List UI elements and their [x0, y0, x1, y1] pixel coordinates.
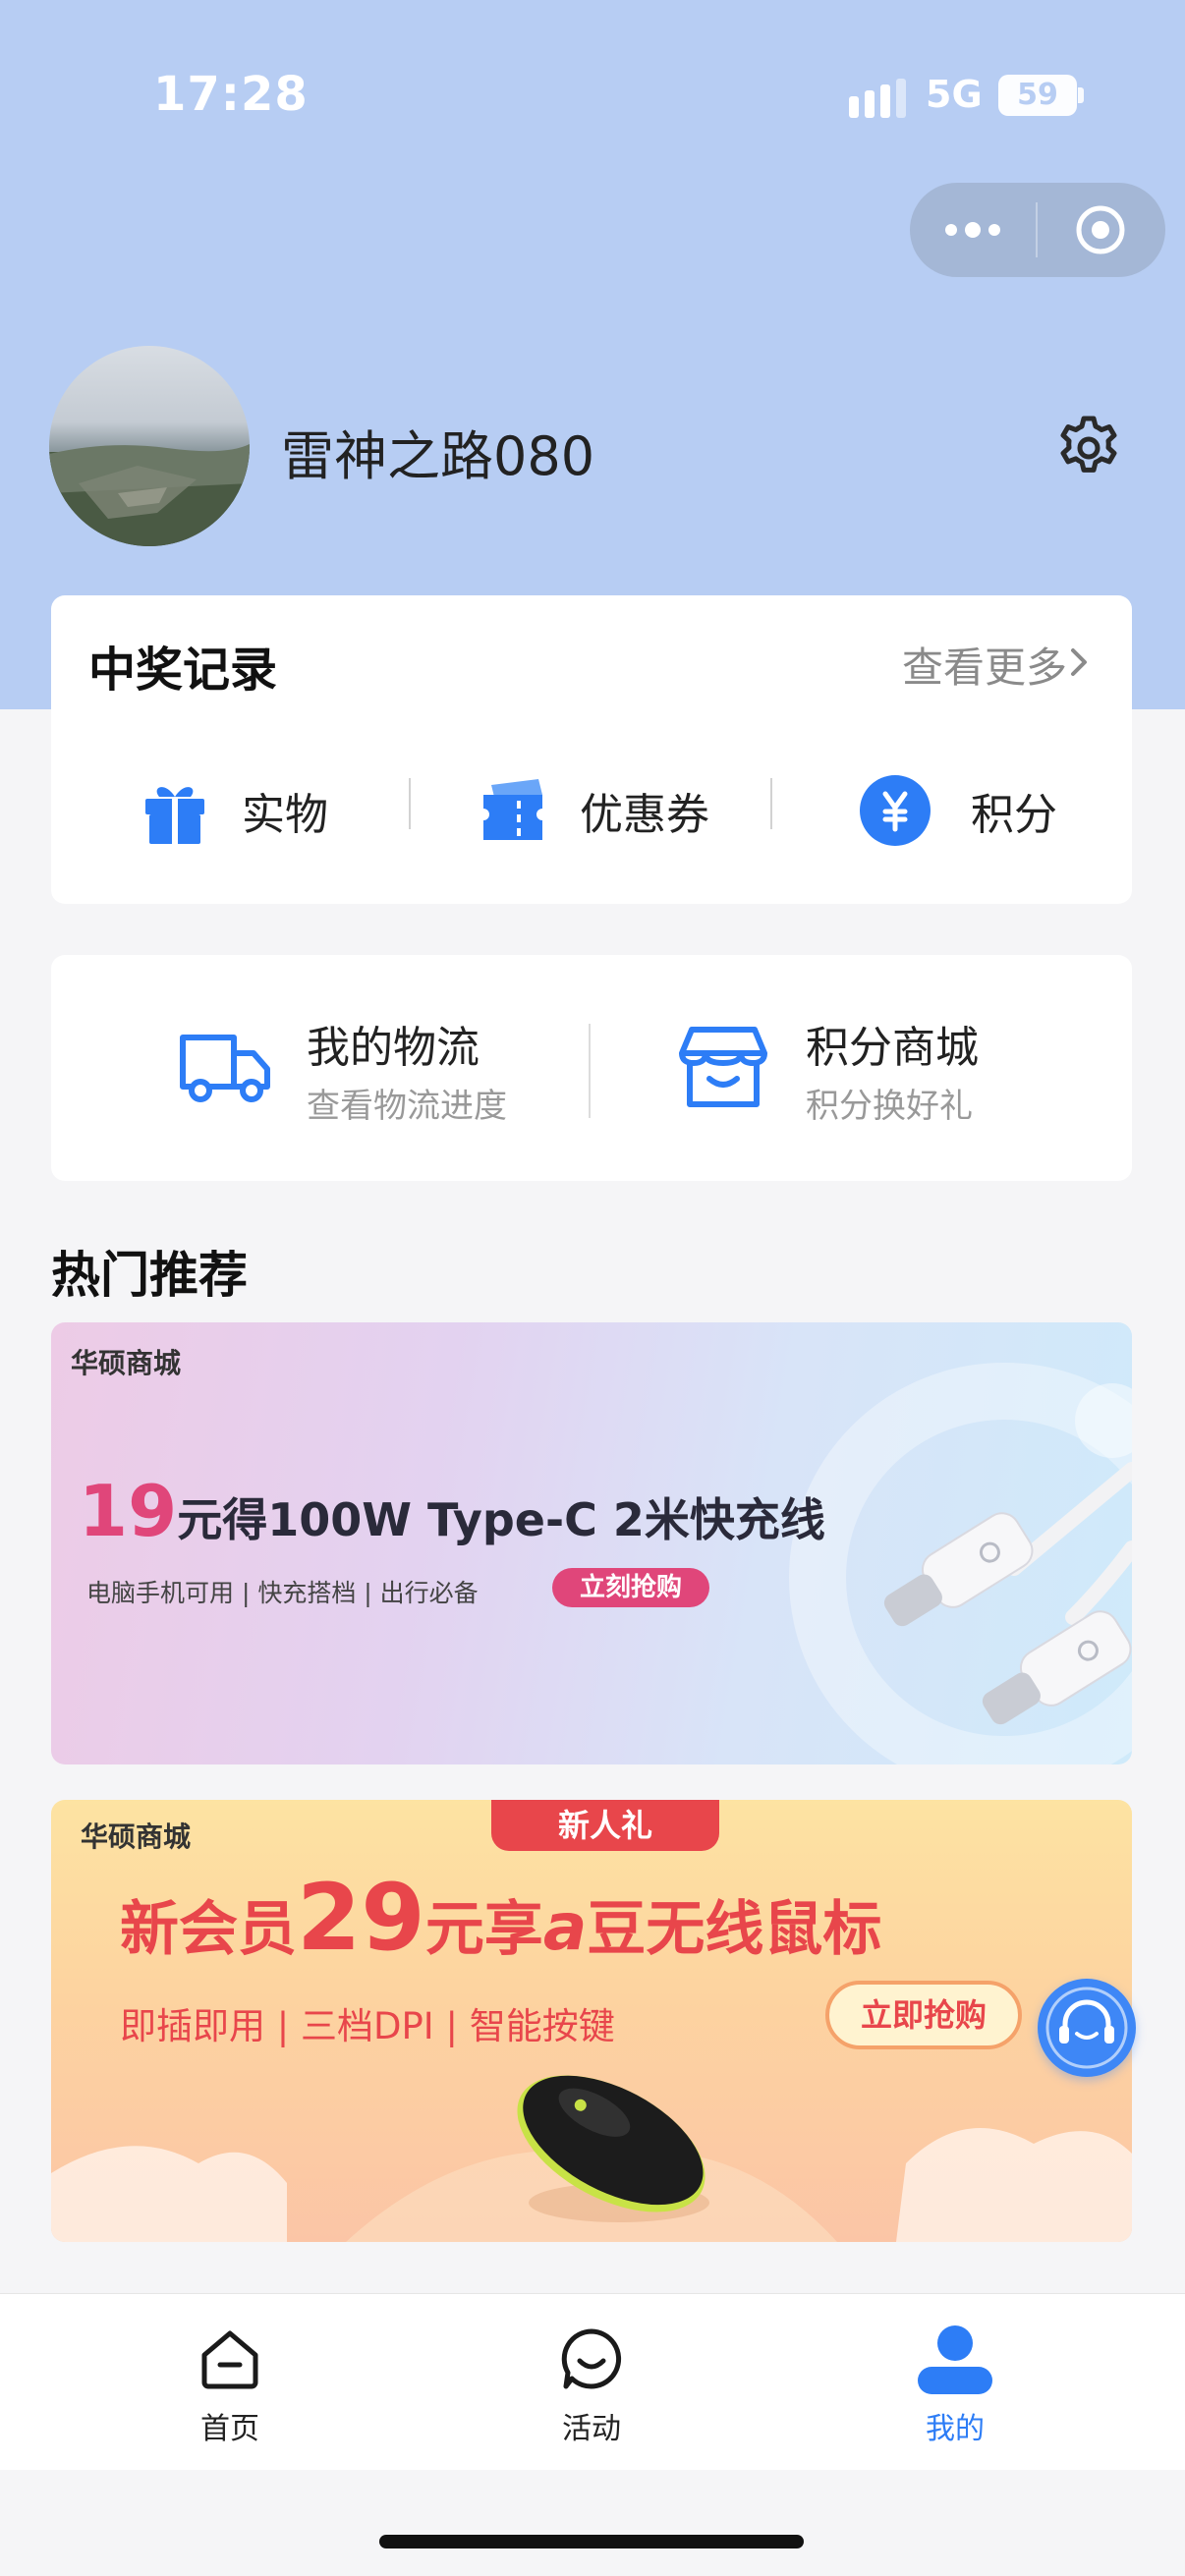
tab-label: 活动	[562, 2412, 621, 2446]
divider	[589, 1024, 591, 1118]
prize-records-title: 中奖记录	[88, 643, 278, 698]
tab-mine[interactable]: 我的	[857, 2294, 1053, 2471]
divider	[409, 778, 411, 829]
tab-label: 我的	[926, 2412, 985, 2446]
wireless-mouse-image	[517, 2075, 709, 2222]
headset-icon	[1045, 1987, 1128, 2069]
gift-icon	[145, 787, 204, 844]
prize-item-physical[interactable]: 实物	[140, 770, 328, 851]
tab-home[interactable]: 首页	[132, 2294, 328, 2471]
gear-icon[interactable]	[1053, 413, 1124, 483]
usb-c-cable-image	[883, 1462, 1132, 1725]
banner-headline-text: 元得100W Type-C 2米快充线	[177, 1493, 825, 1546]
banner-headline-prefix: 新会员	[120, 1895, 297, 1964]
signal-icon	[849, 79, 906, 118]
battery-level: 59	[1017, 78, 1058, 112]
new-user-badge: 新人礼	[491, 1800, 719, 1851]
battery-icon: 59	[998, 75, 1077, 116]
a-bean-logo: a	[542, 1889, 588, 1965]
prize-item-points[interactable]: 积分	[859, 770, 1057, 851]
home-icon	[201, 2330, 258, 2389]
coupon-icon	[483, 779, 542, 840]
prize-item-label: 优惠券	[580, 790, 709, 840]
avatar-landscape-image	[49, 444, 250, 546]
promo-banner-mouse[interactable]: 华硕商城 新人礼 新会员29元享a豆无线鼠标 即插即用 | 三档DPI | 智能…	[51, 1800, 1132, 2242]
service-title[interactable]: 积分商城	[806, 1012, 979, 1075]
banner-price: 19	[79, 1470, 178, 1552]
banner-cta-button[interactable]: 立即抢购	[825, 1981, 1022, 2049]
tab-activity[interactable]: 活动	[493, 2294, 690, 2471]
banner-tagline: 电脑手机可用 | 快充搭档 | 出行必备	[86, 1579, 479, 1607]
banner-cta-button[interactable]: 立刻抢购	[552, 1568, 709, 1607]
banner-tagline: 即插即用 | 三档DPI | 智能按键	[120, 2005, 615, 2047]
points-mall-entry[interactable]	[678, 1024, 768, 1114]
service-subtitle: 查看物流进度	[307, 1087, 507, 1126]
username: 雷神之路080	[281, 425, 595, 487]
banner-headline: 新会员29元享a豆无线鼠标	[120, 1865, 881, 1972]
yen-points-icon	[860, 775, 931, 846]
dot	[965, 222, 981, 238]
network-type: 5G	[926, 73, 983, 116]
prize-item-label: 实物	[242, 790, 328, 840]
dot	[945, 224, 957, 236]
person-icon	[918, 2325, 992, 2394]
chat-smile-icon	[561, 2328, 622, 2389]
tab-label: 首页	[200, 2412, 259, 2446]
brand-logo-text: 华硕商城	[71, 1347, 182, 1379]
banner-headline-text: 元享	[424, 1895, 543, 1964]
target-icon	[1076, 205, 1125, 254]
bottom-tab-bar: 首页 活动 我的	[0, 2293, 1185, 2470]
prize-records-card: 中奖记录 查看更多 实物 优惠券 积分	[51, 595, 1132, 904]
view-more-link[interactable]: 查看更多	[902, 635, 1067, 695]
logistics-entry[interactable]	[177, 1028, 275, 1110]
dot	[988, 224, 1000, 236]
brand-logo-text: 华硕商城	[81, 1820, 192, 1853]
prize-item-label: 积分	[971, 790, 1057, 840]
prize-item-coupon[interactable]: 优惠券	[478, 770, 709, 851]
banner-headline: 19元得100W Type-C 2米快充线	[79, 1470, 825, 1552]
status-time: 17:28	[153, 67, 309, 122]
service-title[interactable]: 我的物流	[307, 1012, 480, 1075]
banner-headline-suffix: 豆无线鼠标	[587, 1895, 882, 1964]
chevron-right-icon[interactable]	[1069, 646, 1089, 678]
promo-banner-cable[interactable]: 华硕商城 19元得100W Type-C 2米快充线 电脑手机可用 | 快充搭档…	[51, 1322, 1132, 1764]
avatar[interactable]	[49, 346, 250, 546]
close-miniprogram-button[interactable]	[1038, 183, 1163, 277]
service-subtitle: 积分换好礼	[806, 1087, 973, 1126]
battery-tip	[1078, 87, 1084, 103]
home-indicator	[379, 2535, 804, 2548]
hot-section-title: 热门推荐	[51, 1247, 248, 1304]
services-card: 我的物流 查看物流进度 积分商城 积分换好礼	[51, 955, 1132, 1181]
truck-icon	[180, 1035, 270, 1102]
miniprogram-capsule	[910, 183, 1165, 277]
more-menu-button[interactable]	[910, 183, 1036, 277]
banner-price: 29	[297, 1865, 425, 1972]
divider	[770, 778, 772, 829]
store-icon	[679, 1027, 767, 1107]
customer-service-button[interactable]	[1038, 1979, 1136, 2077]
